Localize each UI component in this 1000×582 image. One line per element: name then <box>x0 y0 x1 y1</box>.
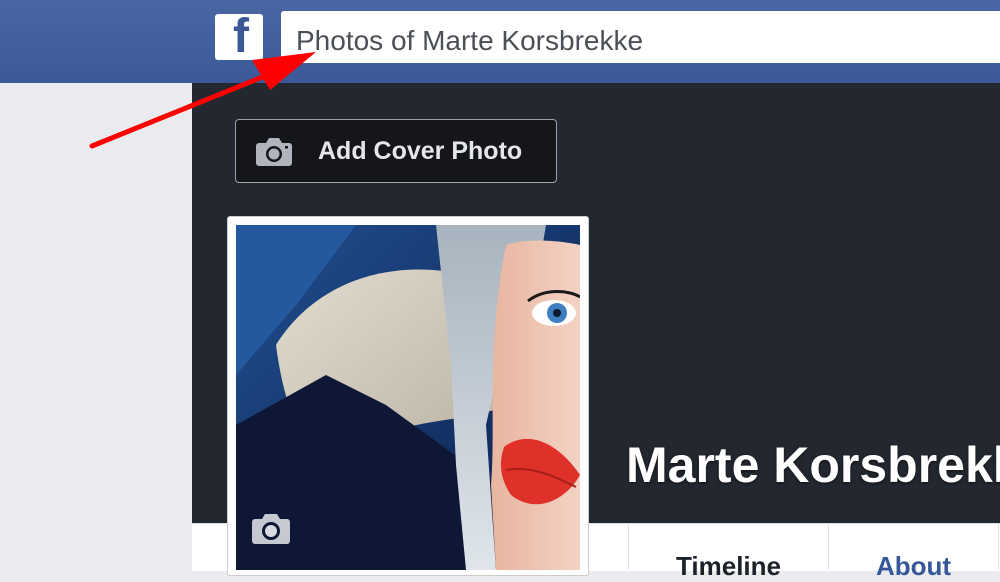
camera-icon <box>256 138 292 166</box>
add-cover-photo-label: Add Cover Photo <box>318 136 523 165</box>
facebook-logo-letter: f <box>233 14 249 60</box>
profile-picture[interactable] <box>236 225 580 570</box>
tab-timeline[interactable]: Timeline <box>628 523 828 581</box>
left-gutter <box>0 83 192 570</box>
facebook-logo[interactable]: f <box>215 14 263 60</box>
search-input[interactable] <box>281 11 1000 63</box>
tab-about[interactable]: About <box>828 523 998 581</box>
add-cover-photo-button[interactable]: Add Cover Photo <box>235 119 557 183</box>
profile-name: Marte Korsbrekke <box>626 437 1000 493</box>
